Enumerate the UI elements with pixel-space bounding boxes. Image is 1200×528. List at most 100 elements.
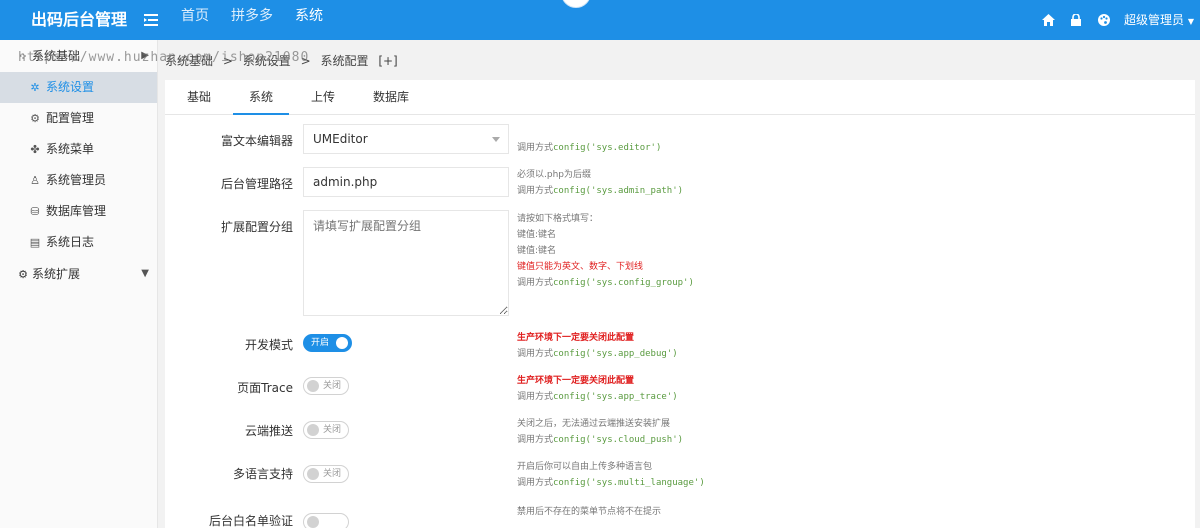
field-label: 后台白名单验证: [208, 514, 293, 528]
settings-tabs: 基础 系统 上传 数据库: [165, 80, 1195, 115]
tip-code: config('sys.config_group'): [553, 278, 694, 288]
switch-text: 关闭: [323, 425, 342, 435]
switch-knob: [307, 468, 319, 480]
tip-line: 关闭之后，无法通过云端推送安装扩展: [517, 419, 671, 429]
nav-pinduoduo[interactable]: 拼多多: [220, 0, 284, 40]
tip-call-label: 调用方式: [517, 186, 554, 196]
tip-call-label: 调用方式: [517, 435, 554, 445]
field-tips: 禁用后不存在的菜单节点将不在提示: [517, 504, 661, 520]
switch-knob: [307, 380, 319, 392]
user-icon: ♙: [30, 174, 40, 187]
lock-icon[interactable]: [1062, 4, 1090, 36]
tab-system[interactable]: 系统: [233, 80, 290, 115]
tip-code: config('sys.app_trace'): [553, 392, 678, 402]
field-label: 多语言支持: [232, 467, 293, 481]
tip-line: 禁用后不存在的菜单节点将不在提示: [517, 507, 662, 517]
tab-upload[interactable]: 上传: [295, 80, 351, 115]
field-label: 云端推送: [244, 424, 293, 438]
field-label: 富文本编辑器: [220, 134, 293, 148]
header-actions: 超级管理员 ▼: [1034, 0, 1200, 40]
switch-knob: [336, 337, 348, 349]
dropdown-arrow-icon: [492, 137, 500, 142]
sidebar-item-config-manage[interactable]: ⚙ 配置管理: [0, 103, 157, 134]
tip-call-label: 调用方式: [517, 278, 554, 288]
tip-call-label: 调用方式: [517, 478, 554, 488]
field-label: 开发模式: [244, 338, 293, 352]
field-tips: 生产环境下一定要关闭此配置 调用方式config('sys.app_trace'…: [517, 373, 678, 405]
multi-language-switch[interactable]: 关闭: [303, 465, 349, 483]
add-config-link[interactable]: [+]: [378, 54, 397, 68]
sidebar: ⁘ 系统基础 ▶ ✲ 系统设置 ⚙ 配置管理 ✤ 系统菜单 ♙ 系统管理员 ⛁ 数据库管理 …: [0, 40, 158, 528]
tip-code: config('sys.cloud_push'): [553, 435, 684, 445]
sidebar-item-label: 系统设置: [46, 80, 95, 94]
database-icon: ⛁: [30, 205, 40, 218]
sidebar-item-label: 配置管理: [46, 111, 95, 125]
palette-icon[interactable]: [1090, 4, 1118, 36]
config-group-textarea[interactable]: [303, 210, 509, 316]
switch-text: 关闭: [323, 381, 342, 391]
caret-down-icon: ▼: [141, 268, 149, 279]
tip-code: config('sys.editor'): [553, 143, 662, 153]
field-label: 后台管理路径: [220, 177, 293, 191]
app-trace-switch[interactable]: 关闭: [303, 377, 349, 395]
cloud-push-switch[interactable]: 关闭: [303, 421, 349, 439]
logo-badge-icon: [561, 0, 591, 8]
sidebar-item-database[interactable]: ⛁ 数据库管理: [0, 196, 157, 227]
cog-icon: ⚙: [18, 268, 28, 281]
tip-code: config('sys.admin_path'): [553, 186, 684, 196]
field-tips: 请按如下格式填写： 键值:键名 键值:键名 键值只能为英文、数字、下划线 调用方…: [517, 211, 694, 291]
top-header: 出码后台管理 首页 拼多多 系统 超级管理员 ▼: [0, 0, 1200, 40]
tip-line: 开启后你可以自由上传多种语言包: [517, 462, 653, 472]
breadcrumb-item-current: 系统配置: [320, 54, 369, 68]
field-tips: 开启后你可以自由上传多种语言包 调用方式config('sys.multi_la…: [517, 459, 705, 491]
log-file-icon: ▤: [29, 236, 41, 249]
sidebar-item-label: 数据库管理: [46, 204, 107, 218]
menu-toggle-icon[interactable]: [142, 9, 160, 31]
form-row-whitelist: 后台白名单验证 禁用后不存在的菜单节点将不在提示: [165, 504, 1195, 528]
field-label: 扩展配置分组: [220, 220, 293, 234]
gears-icon: ⚙: [30, 112, 40, 125]
user-menu[interactable]: 超级管理员 ▼: [1124, 4, 1194, 36]
editor-select[interactable]: UMEditor: [303, 124, 509, 154]
switch-text: 关闭: [323, 469, 342, 479]
tip-line: 请按如下格式填写：: [517, 214, 599, 224]
switch-knob: [307, 424, 319, 436]
tip-call-label: 调用方式: [517, 392, 554, 402]
tab-basic[interactable]: 基础: [171, 80, 227, 115]
tip-line: 键值:键名: [517, 230, 557, 240]
brand-title: 出码后台管理: [30, 10, 127, 29]
gear-icon: ✲: [30, 81, 40, 94]
watermark-text: https://www.huzhan.com/ishop21080: [18, 50, 310, 65]
clover-icon: ✤: [30, 143, 40, 156]
field-tips: 关闭之后，无法通过云端推送安装扩展 调用方式config('sys.cloud_…: [517, 416, 683, 448]
admin-path-input[interactable]: [303, 167, 509, 197]
switch-knob: [307, 516, 319, 528]
nav-home[interactable]: 首页: [170, 0, 220, 40]
sidebar-item-label: 系统管理员: [46, 173, 107, 187]
app-debug-switch[interactable]: 开启: [303, 334, 352, 352]
sidebar-item-system-menu[interactable]: ✤ 系统菜单: [0, 134, 157, 165]
tip-code: config('sys.app_debug'): [553, 349, 678, 359]
sidebar-item-admins[interactable]: ♙ 系统管理员: [0, 165, 157, 196]
sidebar-item-label: 系统菜单: [46, 142, 95, 156]
nav-system[interactable]: 系统: [284, 0, 334, 40]
tip-line: 键值:键名: [517, 246, 557, 256]
field-tips: 生产环境下一定要关闭此配置 调用方式config('sys.app_debug'…: [517, 330, 678, 362]
tip-call-label: 调用方式: [517, 349, 554, 359]
settings-panel: 基础 系统 上传 数据库 富文本编辑器 UMEditor 调用方式config(…: [165, 80, 1195, 528]
sidebar-item-logs[interactable]: ▤ 系统日志: [0, 227, 157, 258]
whitelist-switch[interactable]: [303, 513, 349, 528]
tip-code: config('sys.multi_language'): [553, 478, 705, 488]
sidebar-item-system-settings[interactable]: ✲ 系统设置: [0, 72, 157, 103]
user-name: 超级管理员: [1124, 13, 1185, 27]
tab-database[interactable]: 数据库: [357, 80, 425, 115]
switch-text: 开启: [311, 338, 330, 348]
tip-warning: 键值只能为英文、数字、下划线: [517, 262, 644, 272]
sidebar-group-label: 系统扩展: [32, 267, 81, 281]
select-value: UMEditor: [313, 132, 368, 146]
sidebar-group-system-extend[interactable]: ⚙ 系统扩展 ▼: [0, 258, 157, 290]
field-label: 页面Trace: [237, 381, 293, 395]
field-tips: 必须以.php为后缀 调用方式config('sys.admin_path'): [517, 167, 683, 199]
tip-warning: 生产环境下一定要关闭此配置: [517, 376, 635, 386]
home-icon[interactable]: [1034, 4, 1062, 36]
